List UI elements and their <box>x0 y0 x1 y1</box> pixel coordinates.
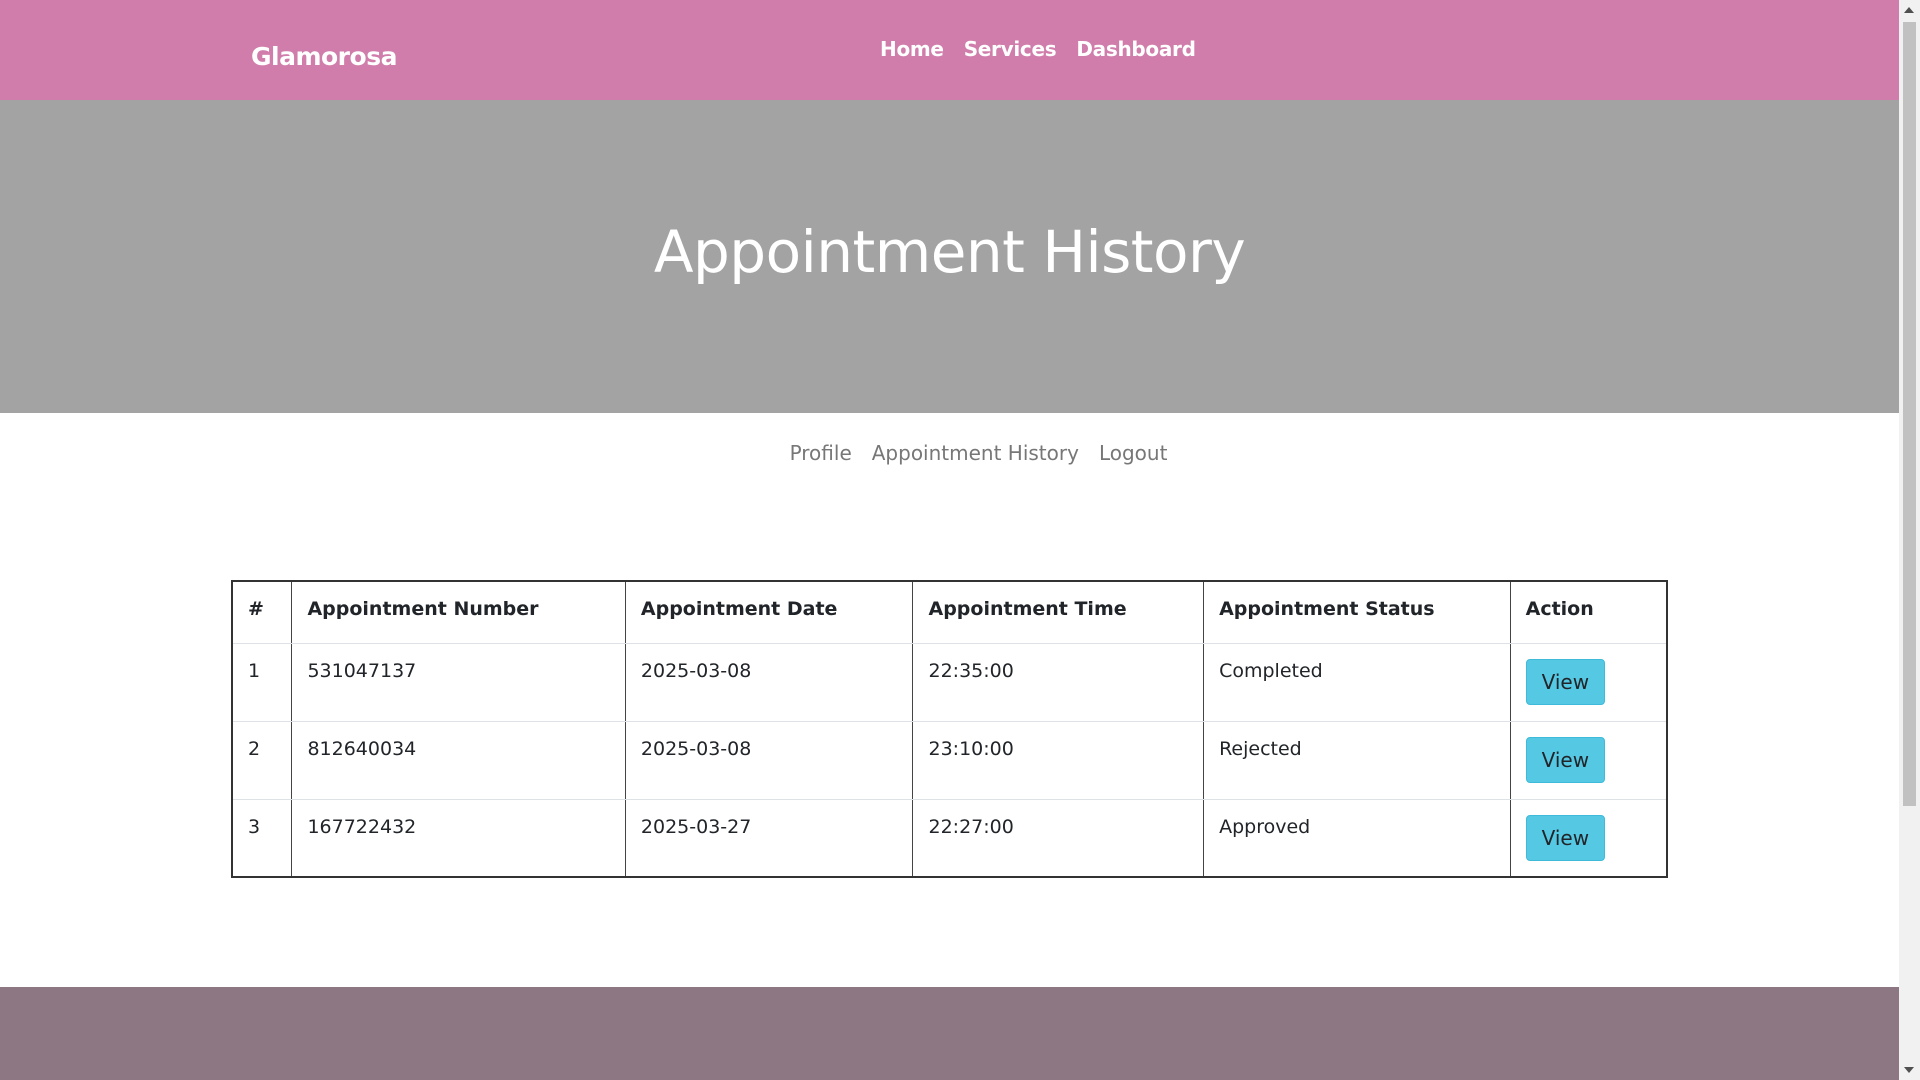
column-header-index: # <box>231 581 293 644</box>
row-index: 3 <box>231 799 293 877</box>
table-row: 3 167722432 2025-03-27 22:27:00 Approved… <box>231 799 1668 877</box>
main-menu: Home Services Dashboard <box>880 37 1196 61</box>
submenu-logout-link[interactable]: Logout <box>1099 441 1167 465</box>
appointment-time: 22:27:00 <box>912 799 1205 877</box>
vertical-scrollbar[interactable] <box>1899 0 1920 1080</box>
column-header-appointment-number: Appointment Number <box>291 581 626 644</box>
top-navbar: Glamorosa Home Services Dashboard <box>0 0 1899 100</box>
appointment-date: 2025-03-27 <box>624 799 914 877</box>
appointment-number: 812640034 <box>291 721 626 800</box>
nav-dashboard-link[interactable]: Dashboard <box>1076 37 1196 61</box>
appointment-status: Completed <box>1203 643 1511 722</box>
appointment-number: 531047137 <box>291 643 626 722</box>
page-title: Appointment History <box>653 217 1246 286</box>
appointments-table-container: # Appointment Number Appointment Date Ap… <box>231 580 1668 878</box>
appointment-status: Approved <box>1203 799 1511 877</box>
account-submenu: Profile Appointment History Logout <box>0 413 1899 493</box>
appointments-table: # Appointment Number Appointment Date Ap… <box>231 580 1668 878</box>
appointment-time: 22:35:00 <box>912 643 1205 722</box>
row-index: 1 <box>231 643 293 722</box>
appointment-status: Rejected <box>1203 721 1511 800</box>
view-button[interactable]: View <box>1525 814 1606 861</box>
hero-banner: Appointment History <box>0 100 1899 413</box>
nav-services-link[interactable]: Services <box>964 37 1057 61</box>
column-header-appointment-status: Appointment Status <box>1203 581 1511 644</box>
action-cell: View <box>1509 721 1668 800</box>
column-header-appointment-time: Appointment Time <box>912 581 1205 644</box>
appointment-date: 2025-03-08 <box>624 721 914 800</box>
appointment-date: 2025-03-08 <box>624 643 914 722</box>
page-footer <box>0 987 1899 1080</box>
page: Glamorosa Home Services Dashboard Appoin… <box>0 0 1899 1080</box>
appointment-number: 167722432 <box>291 799 626 877</box>
row-index: 2 <box>231 721 293 800</box>
appointment-time: 23:10:00 <box>912 721 1205 800</box>
view-button[interactable]: View <box>1525 658 1606 705</box>
column-header-action: Action <box>1509 581 1668 644</box>
scroll-down-arrow-icon[interactable] <box>1904 1067 1914 1073</box>
table-row: 1 531047137 2025-03-08 22:35:00 Complete… <box>231 643 1668 722</box>
table-header-row: # Appointment Number Appointment Date Ap… <box>231 581 1668 644</box>
view-button[interactable]: View <box>1525 736 1606 783</box>
submenu-profile-link[interactable]: Profile <box>790 441 852 465</box>
action-cell: View <box>1509 643 1668 722</box>
nav-home-link[interactable]: Home <box>880 37 944 61</box>
scroll-up-arrow-icon[interactable] <box>1904 7 1914 13</box>
brand-logo[interactable]: Glamorosa <box>251 42 397 71</box>
submenu-appointment-history-link[interactable]: Appointment History <box>872 441 1079 465</box>
table-row: 2 812640034 2025-03-08 23:10:00 Rejected… <box>231 721 1668 800</box>
action-cell: View <box>1509 799 1668 877</box>
column-header-appointment-date: Appointment Date <box>624 581 914 644</box>
scrollbar-thumb[interactable] <box>1903 22 1916 806</box>
